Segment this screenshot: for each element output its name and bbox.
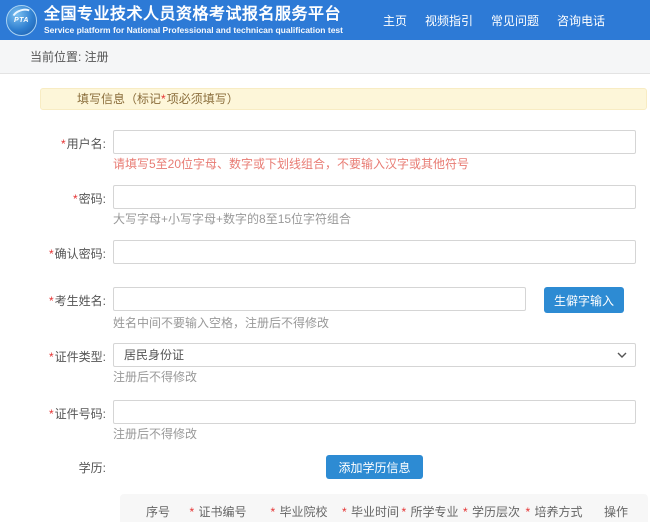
brand: PTA 全国专业技术人员资格考试报名服务平台 Service platform … bbox=[6, 5, 343, 36]
id-type-selected-value: 居民身份证 bbox=[124, 348, 184, 362]
notice-text-prefix: 填写信息（标记 bbox=[77, 92, 161, 106]
main-content: 填写信息（标记*项必须填写） *用户名: 请填写5至20位字母、数字或下划线组合… bbox=[0, 74, 650, 522]
site-header: PTA 全国专业技术人员资格考试报名服务平台 Service platform … bbox=[0, 0, 650, 40]
education-col-certificate-no: * 证书编号 bbox=[178, 503, 258, 520]
registration-form: *用户名: 请填写5至20位字母、数字或下划线组合，不要输入汉字或其他符号 *密… bbox=[0, 130, 650, 522]
notice-text-suffix: 项必须填写） bbox=[167, 92, 239, 106]
id-type-select[interactable]: 居民身份证 bbox=[113, 343, 636, 367]
breadcrumb: 当前位置: 注册 bbox=[0, 40, 650, 74]
notice-banner: 填写信息（标记*项必须填写） bbox=[40, 88, 647, 110]
nav-home[interactable]: 主页 bbox=[383, 12, 407, 29]
required-star: * bbox=[49, 350, 54, 364]
required-star: * bbox=[525, 505, 530, 519]
username-input[interactable] bbox=[113, 130, 636, 154]
candidate-name-input[interactable] bbox=[113, 287, 526, 311]
nav-video-guide[interactable]: 视频指引 bbox=[425, 12, 473, 29]
education-col-degree-level: * 学历层次 bbox=[459, 503, 524, 520]
required-star: * bbox=[189, 505, 194, 519]
username-label: *用户名: bbox=[0, 130, 113, 172]
confirm-password-input[interactable] bbox=[113, 240, 636, 264]
education-col-graduation-time: * 毕业时间 bbox=[340, 503, 401, 520]
id-type-hint: 注册后不得修改 bbox=[113, 370, 636, 385]
required-star: * bbox=[49, 247, 54, 261]
password-hint: 大写字母+小写字母+数字的8至15位字符组合 bbox=[113, 212, 636, 227]
education-table-header: 序号 * 证书编号 * 毕业院校 * 毕业时间 * 所学专业 * 学历层次 * … bbox=[120, 494, 648, 522]
top-nav: 主页 视频指引 常见问题 咨询电话 bbox=[383, 12, 605, 29]
form-row-username: *用户名: 请填写5至20位字母、数字或下划线组合，不要输入汉字或其他符号 bbox=[0, 130, 650, 172]
form-row-candidate-name: *考生姓名: 生僻字输入 姓名中间不要输入空格，注册后不得修改 bbox=[0, 287, 650, 331]
id-number-input[interactable] bbox=[113, 400, 636, 424]
form-row-confirm-password: *确认密码: bbox=[0, 240, 650, 264]
form-row-id-number: *证件号码: 注册后不得修改 bbox=[0, 400, 650, 442]
required-star: * bbox=[49, 407, 54, 421]
required-star: * bbox=[270, 505, 275, 519]
required-star: * bbox=[49, 294, 54, 308]
password-input[interactable] bbox=[113, 185, 636, 209]
confirm-password-label: *确认密码: bbox=[0, 240, 113, 264]
site-title: 全国专业技术人员资格考试报名服务平台 bbox=[44, 6, 343, 24]
education-col-school: * 毕业院校 bbox=[258, 503, 340, 520]
id-number-hint: 注册后不得修改 bbox=[113, 427, 636, 442]
password-label: *密码: bbox=[0, 185, 113, 227]
form-row-id-type: *证件类型: 居民身份证 注册后不得修改 bbox=[0, 343, 650, 385]
site-subtitle: Service platform for National Profession… bbox=[44, 25, 343, 35]
chevron-down-icon bbox=[617, 351, 627, 359]
education-col-operation: 操作 bbox=[584, 503, 648, 520]
candidate-name-hint: 姓名中间不要输入空格，注册后不得修改 bbox=[113, 316, 636, 331]
breadcrumb-label: 当前位置: 注册 bbox=[30, 48, 109, 65]
registration-page: PTA 全国专业技术人员资格考试报名服务平台 Service platform … bbox=[0, 0, 650, 522]
required-star: * bbox=[463, 505, 468, 519]
education-col-major: * 所学专业 bbox=[401, 503, 459, 520]
required-star: * bbox=[61, 137, 66, 151]
education-col-seq: 序号 bbox=[120, 503, 178, 520]
id-number-label: *证件号码: bbox=[0, 400, 113, 442]
required-star: * bbox=[401, 505, 406, 519]
add-education-button[interactable]: 添加学历信息 bbox=[326, 455, 422, 479]
brand-text: 全国专业技术人员资格考试报名服务平台 Service platform for … bbox=[44, 6, 343, 35]
form-row-education: 学历: 添加学历信息 bbox=[0, 455, 650, 479]
rare-character-input-button[interactable]: 生僻字输入 bbox=[544, 287, 624, 313]
form-row-password: *密码: 大写字母+小写字母+数字的8至15位字符组合 bbox=[0, 185, 650, 227]
id-type-label: *证件类型: bbox=[0, 343, 113, 385]
required-star: * bbox=[161, 92, 166, 106]
username-hint: 请填写5至20位字母、数字或下划线组合，不要输入汉字或其他符号 bbox=[113, 157, 636, 172]
pta-logo-icon: PTA bbox=[6, 5, 37, 36]
nav-consult-phone[interactable]: 咨询电话 bbox=[557, 12, 605, 29]
nav-faq[interactable]: 常见问题 bbox=[491, 12, 539, 29]
required-star: * bbox=[342, 505, 347, 519]
required-star: * bbox=[73, 192, 78, 206]
candidate-name-label: *考生姓名: bbox=[0, 287, 113, 331]
logo-text: PTA bbox=[14, 17, 29, 24]
education-label: 学历: bbox=[0, 459, 113, 476]
education-col-training-mode: * 培养方式 bbox=[524, 503, 584, 520]
